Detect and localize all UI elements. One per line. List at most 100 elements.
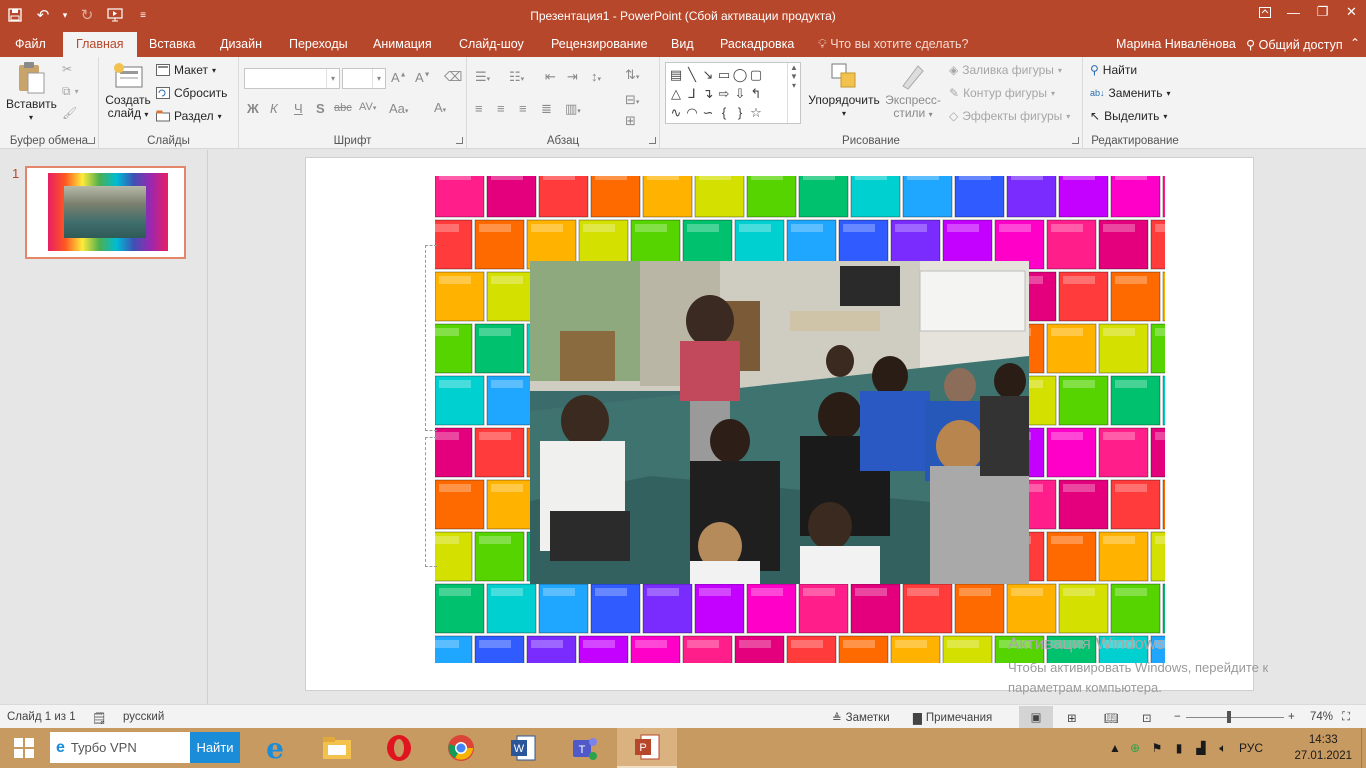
char-spacing-button[interactable]: AV▾ — [359, 101, 376, 113]
textbox-shape-icon[interactable]: ▤ — [668, 65, 684, 84]
tab-insert[interactable]: Вставка — [149, 37, 195, 51]
tab-review[interactable]: Рецензирование — [551, 37, 648, 51]
font-size-dropdown-icon[interactable]: ▾ — [372, 69, 385, 88]
rectangle-shape-icon[interactable]: ▭ — [716, 65, 732, 84]
star-shape-icon[interactable]: ☆ — [748, 103, 764, 122]
down-arrow-shape-icon[interactable]: ⇩ — [732, 84, 748, 103]
right-brace-shape-icon[interactable]: } — [732, 103, 748, 122]
slide-counter[interactable]: Слайд 1 из 1 — [7, 711, 76, 723]
slide-sorter-icon[interactable]: ⊞ — [1067, 711, 1077, 725]
zoom-slider-thumb[interactable] — [1227, 711, 1231, 723]
decrease-indent-icon[interactable]: ⇤ — [545, 69, 556, 85]
slideshow-view-icon[interactable]: ⊡ — [1142, 711, 1152, 725]
teams-icon[interactable]: T — [555, 728, 615, 768]
network-icon[interactable]: ▟ — [1190, 741, 1212, 755]
bullets-icon[interactable]: ☰▾ — [475, 69, 490, 85]
taskbar-clock[interactable]: 14:33 27.01.2021 — [1294, 732, 1352, 764]
find-button[interactable]: ⚲ Найти — [1090, 63, 1137, 77]
rounded-rect-shape-icon[interactable]: ▢ — [748, 65, 764, 84]
tab-view[interactable]: Вид — [671, 37, 694, 51]
paragraph-launcher-icon[interactable] — [649, 137, 656, 144]
copy-icon[interactable]: ⧉ ▾ — [62, 84, 79, 99]
drawing-launcher-icon[interactable] — [1072, 137, 1079, 144]
underline-button[interactable]: Ч — [294, 101, 303, 116]
shape-effects-button[interactable]: ◇ Эффекты фигуры ▾ — [949, 109, 1070, 123]
clear-formatting-icon[interactable]: ⌫ — [444, 69, 462, 85]
font-size-combo[interactable]: ▾ — [342, 68, 386, 89]
italic-button[interactable]: К — [270, 101, 278, 116]
clipboard-launcher-icon[interactable] — [88, 137, 95, 144]
replace-button[interactable]: ab↓ Заменить ▾ — [1090, 86, 1170, 100]
reading-view-icon[interactable]: 📖︎ — [1104, 711, 1119, 725]
flag-icon[interactable]: ⚑ — [1146, 741, 1168, 755]
taskbar-search-button[interactable]: Найти — [190, 732, 240, 763]
bold-button[interactable]: Ж — [247, 101, 259, 116]
elbow-connector-icon[interactable]: ⅃ — [684, 84, 700, 103]
align-right-icon[interactable]: ≡ — [519, 101, 527, 116]
spelling-icon[interactable]: 🗒︎ — [92, 711, 107, 725]
start-button[interactable] — [0, 728, 48, 768]
font-name-combo[interactable]: ▾ — [244, 68, 340, 89]
align-text-icon[interactable]: ⊟▾ — [625, 92, 639, 108]
increase-font-icon[interactable]: A▲ — [391, 70, 407, 85]
chrome-icon[interactable] — [431, 728, 491, 768]
decrease-font-icon[interactable]: A▼ — [415, 70, 431, 85]
tab-home[interactable]: Главная — [63, 32, 137, 57]
text-direction-icon[interactable]: ⇅▾ — [625, 67, 639, 83]
increase-indent-icon[interactable]: ⇥ — [567, 69, 578, 85]
section-button[interactable]: Раздел ▾ — [156, 109, 222, 123]
tab-slideshow[interactable]: Слайд-шоу — [459, 37, 524, 51]
left-brace-shape-icon[interactable]: { — [716, 103, 732, 122]
comments-button[interactable]: ▇ Примечания — [913, 711, 992, 725]
zoom-slider-track[interactable] — [1186, 717, 1284, 718]
show-hidden-icons-icon[interactable]: ▲ — [1106, 741, 1124, 755]
user-name[interactable]: Марина Нивалёнова — [1116, 37, 1236, 51]
notes-button[interactable]: ≜ Заметки — [832, 711, 890, 725]
collapse-ribbon-icon[interactable]: ⌃ — [1350, 36, 1360, 50]
new-slide-button[interactable]: Создать слайд ▾ — [104, 61, 152, 121]
layout-button[interactable]: Макет ▾ — [156, 63, 216, 77]
tab-transitions[interactable]: Переходы — [289, 37, 348, 51]
shapes-scroll[interactable]: ▲ ▼ ▾ — [787, 63, 800, 123]
minimize-icon[interactable]: — — [1279, 0, 1308, 24]
opera-icon[interactable] — [369, 728, 429, 768]
ribbon-display-options-icon[interactable] — [1250, 0, 1279, 24]
numbering-icon[interactable]: ☷▾ — [509, 69, 524, 85]
font-name-dropdown-icon[interactable]: ▾ — [326, 69, 339, 88]
align-left-icon[interactable]: ≡ — [475, 101, 483, 116]
right-arrow-shape-icon[interactable]: ⇨ — [716, 84, 732, 103]
file-explorer-icon[interactable] — [307, 728, 367, 768]
share-button[interactable]: ⚲ Общий доступ — [1246, 37, 1343, 52]
cut-icon[interactable]: ✂ — [62, 62, 72, 76]
smartart-icon[interactable]: ⊞ — [625, 113, 636, 129]
zoom-level[interactable]: 74% — [1310, 711, 1333, 723]
arrow-line-shape-icon[interactable]: ↘ — [700, 65, 716, 84]
close-icon[interactable]: ✕ — [1337, 0, 1366, 24]
curve-shape-icon[interactable]: ∽ — [700, 103, 716, 122]
freeform-shape-icon[interactable]: ∿ — [668, 103, 684, 122]
font-launcher-icon[interactable] — [456, 137, 463, 144]
input-language[interactable]: РУС — [1234, 741, 1268, 755]
align-center-icon[interactable]: ≡ — [497, 101, 505, 116]
shapes-gallery[interactable]: ▤ ╲ ↘ ▭ ◯ ▢ △ ⅃ ↴ ⇨ ⇩ ↰ ∿ ◠ ∽ { } ☆ ▲ ▼ … — [665, 62, 801, 124]
font-color-icon[interactable]: A▾ — [434, 100, 446, 115]
shadow-button[interactable]: S — [316, 101, 325, 116]
triangle-shape-icon[interactable]: △ — [668, 84, 684, 103]
word-icon[interactable]: W — [493, 728, 553, 768]
tab-storyboarding[interactable]: Раскадровка — [720, 37, 794, 51]
zoom-in-icon[interactable]: + — [1288, 711, 1295, 723]
vpn-tray-icon[interactable]: ⊕ — [1124, 741, 1146, 755]
show-desktop-button[interactable] — [1361, 728, 1366, 768]
subtitle-placeholder-edge[interactable] — [425, 437, 437, 567]
group-photo[interactable] — [530, 261, 1029, 584]
tab-file[interactable]: Файл — [15, 37, 46, 51]
language-indicator[interactable]: русский — [123, 711, 164, 723]
line-shape-icon[interactable]: ╲ — [684, 65, 700, 84]
tell-me-box[interactable]: 💡︎ Что вы хотите сделать? — [818, 37, 968, 52]
internet-explorer-icon[interactable]: e — [245, 728, 305, 768]
taskbar-search-input[interactable]: e Турбо VPN — [50, 732, 190, 763]
reset-button[interactable]: Сбросить — [156, 86, 227, 100]
battery-icon[interactable]: ▮ — [1168, 741, 1190, 755]
oval-shape-icon[interactable]: ◯ — [732, 65, 748, 84]
title-placeholder-edge[interactable] — [425, 245, 437, 431]
